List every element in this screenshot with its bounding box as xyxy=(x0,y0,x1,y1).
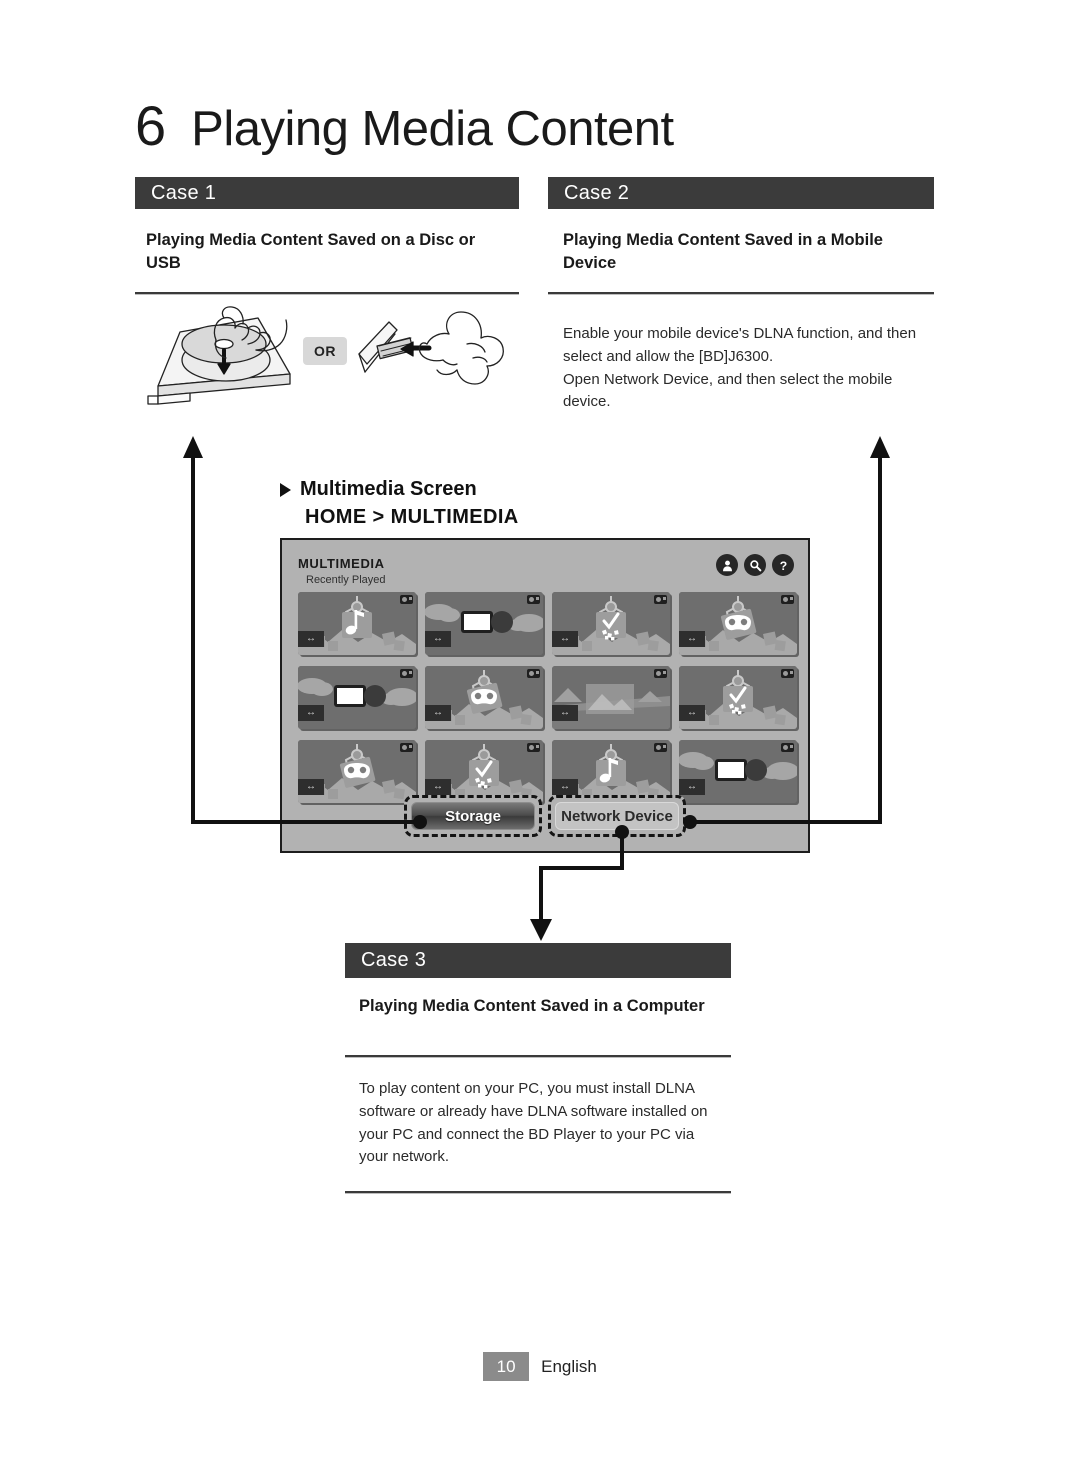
camera-badge xyxy=(654,595,667,604)
camera-badge xyxy=(400,595,413,604)
media-thumbnail-game[interactable]: ↔ xyxy=(298,740,416,803)
divider-case-3-bottom xyxy=(345,1191,731,1194)
left-right-arrow-icon: ↔ xyxy=(687,707,697,718)
page-number-badge: 10 xyxy=(483,1352,530,1381)
chapter-number: 6 xyxy=(135,94,166,157)
resume-arrow-tag: ↔ xyxy=(679,779,705,795)
or-chip: OR xyxy=(303,337,347,365)
resume-arrow-tag: ↔ xyxy=(552,779,578,795)
media-thumbnail-clapper[interactable]: ↔ xyxy=(425,740,543,803)
media-thumbnail-grid: ↔ ↔ ↔ ↔ ↔ ↔ ↔ ↔ ↔ ↔ ↔ ↔ xyxy=(298,592,797,803)
camera-badge xyxy=(527,595,540,604)
camera-badge xyxy=(400,743,413,752)
resume-arrow-tag: ↔ xyxy=(298,631,324,647)
camera-badge xyxy=(781,669,794,678)
arrow-head-right xyxy=(870,436,890,458)
media-thumbnail-clapper[interactable]: ↔ xyxy=(552,592,670,655)
case-1-header: Case 1 xyxy=(135,177,519,209)
resume-arrow-tag: ↔ xyxy=(425,705,451,721)
left-right-arrow-icon: ↔ xyxy=(560,707,570,718)
arrow-head-left xyxy=(183,436,203,458)
left-right-arrow-icon: ↔ xyxy=(306,781,316,792)
tv-screen-tab-row: Storage Network Device xyxy=(282,795,808,837)
media-thumbnail-video[interactable]: ↔ xyxy=(425,592,543,655)
camera-badge xyxy=(781,743,794,752)
resume-arrow-tag: ↔ xyxy=(298,779,324,795)
camera-badge xyxy=(781,595,794,604)
left-right-arrow-icon: ↔ xyxy=(560,633,570,644)
page-footer: 10 English xyxy=(0,1352,1080,1381)
tab-storage[interactable]: Storage xyxy=(411,802,535,830)
tv-screen-icon-row: ? xyxy=(716,554,794,576)
left-right-arrow-icon: ↔ xyxy=(306,707,316,718)
resume-arrow-tag: ↔ xyxy=(552,631,578,647)
media-thumbnail-game[interactable]: ↔ xyxy=(679,592,797,655)
camera-badge xyxy=(654,669,667,678)
tv-screen-title: MULTIMEDIA xyxy=(298,556,385,571)
case-2-label: Case 2 xyxy=(564,181,630,204)
multimedia-callout-line1: Multimedia Screen xyxy=(300,478,477,500)
usb-insert-icon xyxy=(358,311,504,385)
camera-badge xyxy=(527,743,540,752)
divider-case-3-top xyxy=(345,1055,731,1058)
account-icon[interactable] xyxy=(716,554,738,576)
tv-screen-subtitle: Recently Played xyxy=(306,574,386,586)
media-thumbnail-photo[interactable]: ↔ xyxy=(552,666,670,729)
tab-focus-ring: Network Device xyxy=(548,795,686,837)
resume-arrow-tag: ↔ xyxy=(298,705,324,721)
left-right-arrow-icon: ↔ xyxy=(560,781,570,792)
chapter-title: Playing Media Content xyxy=(191,102,674,156)
left-right-arrow-icon: ↔ xyxy=(687,633,697,644)
media-thumbnail-video[interactable]: ↔ xyxy=(679,740,797,803)
manual-page: 6 Playing Media Content Case 1 Playing M… xyxy=(0,0,1080,1479)
case-3-label: Case 3 xyxy=(361,949,427,971)
resume-arrow-tag: ↔ xyxy=(425,779,451,795)
case-1-label: Case 1 xyxy=(151,181,217,204)
disc-usb-illustration: OR xyxy=(140,300,515,410)
case-2-header: Case 2 xyxy=(548,177,934,209)
tab-network-device[interactable]: Network Device xyxy=(555,802,679,830)
multimedia-screen-callout: Multimedia Screen HOME > MULTIMEDIA xyxy=(280,478,519,529)
footer-language: English xyxy=(541,1356,597,1376)
multimedia-screen-mockup: MULTIMEDIA Recently Played ? ↔ ↔ ↔ ↔ ↔ ↔… xyxy=(280,538,810,853)
resume-arrow-tag: ↔ xyxy=(552,705,578,721)
left-right-arrow-icon: ↔ xyxy=(433,633,443,644)
left-right-arrow-icon: ↔ xyxy=(306,633,316,644)
case-2-body: Enable your mobile device's DLNA functio… xyxy=(563,325,917,411)
search-icon[interactable] xyxy=(744,554,766,576)
media-thumbnail-game[interactable]: ↔ xyxy=(425,666,543,729)
media-thumbnail-video[interactable]: ↔ xyxy=(298,666,416,729)
resume-arrow-tag: ↔ xyxy=(425,631,451,647)
resume-arrow-tag: ↔ xyxy=(679,705,705,721)
divider-case-1 xyxy=(135,292,519,295)
help-icon[interactable]: ? xyxy=(772,554,794,576)
camera-badge xyxy=(654,743,667,752)
left-right-arrow-icon: ↔ xyxy=(433,707,443,718)
arrow-head-down xyxy=(530,919,552,941)
left-right-arrow-icon: ↔ xyxy=(433,781,443,792)
tab-focus-ring: Storage xyxy=(404,795,542,837)
triangle-right-icon xyxy=(280,482,291,497)
case-2-subtitle: Playing Media Content Saved in a Mobile … xyxy=(563,231,883,273)
case-3-header: Case 3 xyxy=(345,943,731,978)
camera-badge xyxy=(400,669,413,678)
divider-case-2 xyxy=(548,292,934,295)
resume-arrow-tag: ↔ xyxy=(679,631,705,647)
media-thumbnail-clapper[interactable]: ↔ xyxy=(679,666,797,729)
multimedia-callout-line2: HOME > MULTIMEDIA xyxy=(305,506,519,528)
case-3-subtitle: Playing Media Content Saved in a Compute… xyxy=(359,997,705,1015)
media-thumbnail-music[interactable]: ↔ xyxy=(552,740,670,803)
left-right-arrow-icon: ↔ xyxy=(687,781,697,792)
svg-text:?: ? xyxy=(779,558,786,572)
camera-badge xyxy=(527,669,540,678)
case-3-body: To play content on your PC, you must ins… xyxy=(359,1080,708,1166)
media-thumbnail-music[interactable]: ↔ xyxy=(298,592,416,655)
page-title: 6 Playing Media Content xyxy=(135,98,674,154)
case-1-subtitle: Playing Media Content Saved on a Disc or… xyxy=(146,231,476,273)
